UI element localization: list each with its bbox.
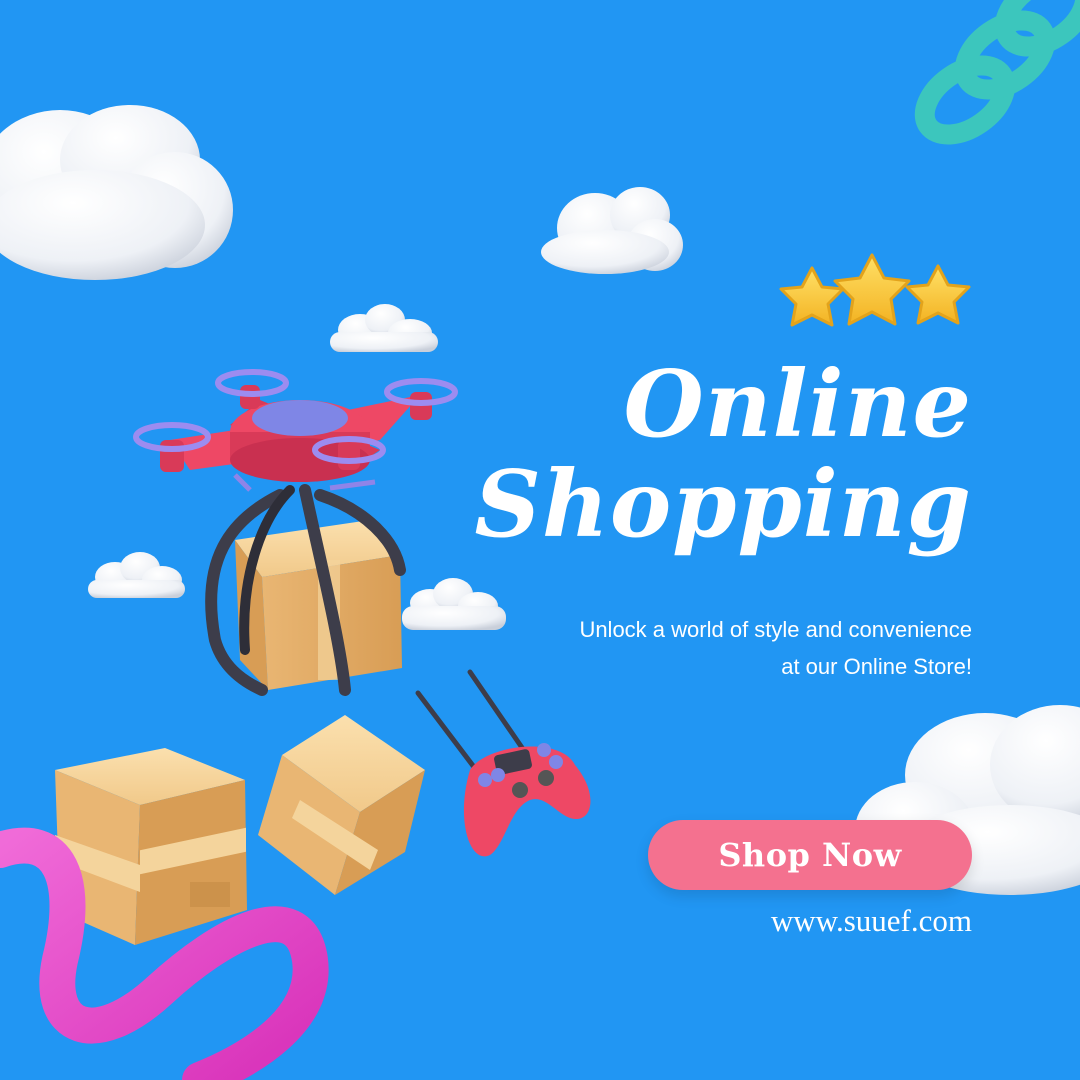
cloud-icon — [0, 105, 233, 280]
cloud-icon — [88, 552, 185, 598]
website-link[interactable]: www.suuef.com — [771, 905, 972, 936]
star-rating — [779, 253, 971, 327]
tagline-line-1: Unlock a world of style and convenience — [579, 617, 972, 642]
game-controller-icon — [415, 669, 591, 857]
cloud-icon — [402, 578, 506, 630]
shop-now-label: Shop Now — [718, 836, 902, 874]
social-post: Online Shopping Unlock a world of style … — [0, 0, 1080, 1080]
drone-icon — [133, 369, 458, 696]
star-icon — [833, 253, 911, 326]
tagline-line-2: at our Online Store! — [781, 654, 972, 679]
star-icon — [779, 266, 845, 327]
cloud-icon — [541, 187, 683, 274]
package-box-icon — [258, 715, 425, 895]
headline-line-2: Shopping — [474, 450, 972, 558]
headline-line-1: Online — [623, 350, 972, 458]
cloud-icon — [330, 304, 438, 352]
star-icon — [905, 264, 971, 325]
shop-now-button[interactable]: Shop Now — [648, 820, 972, 890]
spring-coil-icon — [914, 0, 1080, 145]
